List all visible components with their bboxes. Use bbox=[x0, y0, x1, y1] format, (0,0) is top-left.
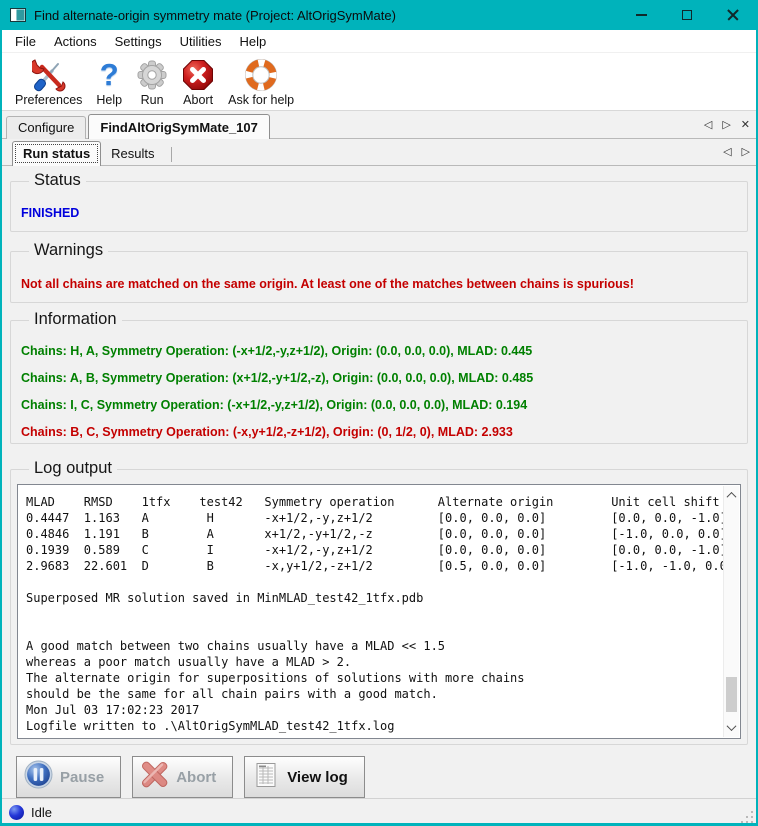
app-window-icon bbox=[10, 8, 26, 22]
log-output-groupbox: Log output MLAD RMSD 1tfx test42 Symmetr… bbox=[10, 469, 748, 745]
minimize-button[interactable] bbox=[618, 0, 664, 30]
menu-settings[interactable]: Settings bbox=[106, 32, 171, 51]
status-groupbox: Status FINISHED bbox=[10, 181, 748, 232]
lifebuoy-icon bbox=[244, 57, 278, 93]
run-status-panel: Status FINISHED Warnings Not all chains … bbox=[2, 166, 756, 798]
tab-scroll-right-icon[interactable]: ▷ bbox=[722, 120, 730, 131]
info-line: Chains: I, C, Symmetry Operation: (-x+1/… bbox=[11, 398, 747, 412]
abort-label: Abort bbox=[183, 93, 213, 107]
information-groupbox: Information Chains: H, A, Symmetry Opera… bbox=[10, 320, 748, 444]
ask-for-help-button[interactable]: Ask for help bbox=[221, 56, 301, 108]
log-output-section-title: Log output bbox=[29, 459, 117, 478]
ask-for-help-label: Ask for help bbox=[228, 93, 294, 107]
app-window: Find alternate-origin symmetry mate (Pro… bbox=[0, 0, 758, 826]
tab-scroll-left-icon[interactable]: ◁ bbox=[704, 120, 712, 131]
warning-message: Not all chains are matched on the same o… bbox=[11, 277, 747, 291]
abort-button-label: Abort bbox=[176, 769, 216, 786]
log-text: MLAD RMSD 1tfx test42 Symmetry operation… bbox=[18, 485, 740, 738]
tools-icon bbox=[32, 57, 66, 93]
action-button-row: Pause Abort bbox=[16, 756, 748, 798]
status-section-title: Status bbox=[29, 171, 86, 190]
tab-run-status[interactable]: Run status bbox=[12, 141, 101, 166]
menu-help[interactable]: Help bbox=[230, 32, 275, 51]
subtab-scroll-right-icon[interactable]: ▷ bbox=[742, 147, 750, 158]
sub-tab-bar: Run status Results ◁ ▷ bbox=[2, 139, 756, 166]
subtab-divider bbox=[171, 147, 172, 162]
maximize-icon bbox=[682, 10, 692, 20]
menu-file[interactable]: File bbox=[6, 32, 45, 51]
minimize-icon bbox=[636, 14, 647, 16]
main-tab-bar: Configure FindAltOrigSymMate_107 ◁ ▷ ✕ bbox=[2, 111, 756, 139]
tab-findaltorigsymmate-107[interactable]: FindAltOrigSymMate_107 bbox=[88, 114, 270, 139]
menu-utilities[interactable]: Utilities bbox=[171, 32, 231, 51]
resize-grip[interactable] bbox=[741, 811, 753, 823]
pause-button[interactable]: Pause bbox=[16, 756, 121, 798]
abort-button[interactable]: Abort bbox=[175, 56, 221, 108]
tab-close-icon[interactable]: ✕ bbox=[741, 120, 750, 131]
status-bar: Idle bbox=[2, 798, 756, 826]
run-label: Run bbox=[141, 93, 164, 107]
log-vertical-scrollbar[interactable] bbox=[723, 486, 739, 737]
abort-action-button[interactable]: Abort bbox=[132, 756, 233, 798]
warnings-section-title: Warnings bbox=[29, 241, 108, 260]
view-log-button-label: View log bbox=[287, 769, 348, 786]
log-document-icon bbox=[252, 761, 280, 794]
menu-actions[interactable]: Actions bbox=[45, 32, 106, 51]
log-text-area[interactable]: MLAD RMSD 1tfx test42 Symmetry operation… bbox=[17, 484, 741, 739]
help-label: Help bbox=[96, 93, 122, 107]
close-icon bbox=[727, 9, 739, 21]
status-bar-text: Idle bbox=[31, 805, 52, 820]
view-log-button[interactable]: View log bbox=[244, 756, 365, 798]
info-line: Chains: B, C, Symmetry Operation: (-x,y+… bbox=[11, 425, 747, 439]
window-title: Find alternate-origin symmetry mate (Pro… bbox=[34, 8, 618, 23]
help-button[interactable]: ? Help bbox=[89, 56, 129, 108]
tab-configure[interactable]: Configure bbox=[6, 116, 86, 139]
preferences-label: Preferences bbox=[15, 93, 82, 107]
question-mark-icon: ? bbox=[100, 57, 119, 93]
idle-indicator-icon bbox=[9, 805, 24, 820]
title-bar: Find alternate-origin symmetry mate (Pro… bbox=[2, 0, 756, 30]
tab-results[interactable]: Results bbox=[101, 142, 164, 166]
stop-icon bbox=[182, 57, 214, 93]
info-line: Chains: A, B, Symmetry Operation: (x+1/2… bbox=[11, 371, 747, 385]
preferences-button[interactable]: Preferences bbox=[8, 56, 89, 108]
close-button[interactable] bbox=[710, 0, 756, 30]
pause-button-label: Pause bbox=[60, 769, 104, 786]
toolbar: Preferences ? Help Run bbox=[2, 53, 756, 111]
status-value: FINISHED bbox=[11, 206, 747, 220]
info-line: Chains: H, A, Symmetry Operation: (-x+1/… bbox=[11, 344, 747, 358]
warnings-groupbox: Warnings Not all chains are matched on t… bbox=[10, 251, 748, 303]
abort-cross-icon bbox=[140, 760, 169, 794]
run-button[interactable]: Run bbox=[129, 56, 175, 108]
menu-bar: File Actions Settings Utilities Help bbox=[2, 30, 756, 53]
scrollbar-thumb[interactable] bbox=[726, 677, 737, 712]
scroll-up-icon[interactable] bbox=[724, 488, 739, 503]
maximize-button[interactable] bbox=[664, 0, 710, 30]
subtab-scroll-left-icon[interactable]: ◁ bbox=[723, 147, 731, 158]
information-section-title: Information bbox=[29, 310, 122, 329]
pause-icon bbox=[24, 760, 53, 794]
gear-icon bbox=[136, 57, 168, 93]
scroll-down-icon[interactable] bbox=[724, 720, 739, 735]
